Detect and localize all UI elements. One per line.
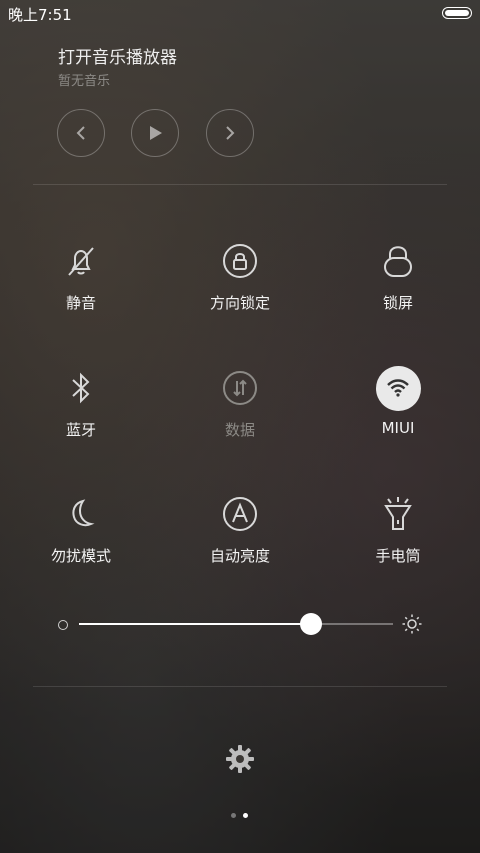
toggle-wifi[interactable]: MIUI bbox=[328, 365, 468, 437]
bluetooth-icon bbox=[58, 365, 104, 411]
divider-bottom bbox=[33, 686, 447, 687]
toggle-label: 蓝牙 bbox=[65, 421, 96, 439]
toggle-flashlight[interactable]: 手电筒 bbox=[328, 491, 468, 566]
brightness-high-icon bbox=[402, 614, 422, 634]
toggle-do-not-disturb[interactable]: 勿扰模式 bbox=[11, 491, 151, 566]
toggle-label: MIUI bbox=[381, 419, 415, 437]
bell-off-icon bbox=[58, 238, 104, 284]
battery-icon bbox=[442, 7, 472, 19]
toggle-rotation-lock[interactable]: 方向锁定 bbox=[170, 238, 310, 313]
page-dot-active bbox=[243, 813, 248, 818]
toggle-label: 锁屏 bbox=[382, 294, 413, 312]
page-dot bbox=[231, 813, 236, 818]
next-button[interactable] bbox=[206, 109, 254, 157]
toggle-label: 手电筒 bbox=[375, 547, 421, 565]
toggle-lock-screen[interactable]: 锁屏 bbox=[328, 238, 468, 313]
play-icon bbox=[150, 126, 162, 140]
page-indicator bbox=[231, 813, 248, 818]
play-button[interactable] bbox=[131, 109, 179, 157]
toggle-mobile-data[interactable]: 数据 bbox=[170, 365, 310, 440]
toggle-label: 数据 bbox=[224, 421, 255, 439]
toggle-label: 勿扰模式 bbox=[50, 547, 111, 565]
toggle-silent[interactable]: 静音 bbox=[11, 238, 151, 313]
divider-top bbox=[33, 184, 447, 185]
rotation-lock-icon bbox=[217, 238, 263, 284]
toggle-label: 静音 bbox=[65, 294, 96, 312]
brightness-slider-fill bbox=[79, 623, 312, 625]
toggle-label: 自动亮度 bbox=[209, 547, 270, 565]
settings-gear-icon[interactable] bbox=[225, 744, 255, 774]
previous-button[interactable] bbox=[57, 109, 105, 157]
status-time: 晚上7:51 bbox=[8, 6, 72, 24]
toggle-label: 方向锁定 bbox=[209, 294, 270, 312]
chevron-left-icon bbox=[76, 126, 85, 140]
lock-icon bbox=[375, 238, 421, 284]
auto-brightness-icon bbox=[217, 491, 263, 537]
brightness-slider[interactable] bbox=[79, 613, 393, 635]
music-title[interactable]: 打开音乐播放器 bbox=[58, 43, 177, 68]
wifi-icon bbox=[375, 365, 421, 411]
moon-icon bbox=[58, 491, 104, 537]
toggle-auto-brightness[interactable]: 自动亮度 bbox=[170, 491, 310, 566]
flashlight-icon bbox=[375, 491, 421, 537]
mobile-data-icon bbox=[217, 365, 263, 411]
chevron-right-icon bbox=[226, 126, 235, 140]
brightness-low-icon bbox=[58, 620, 68, 630]
music-subtitle: 暂无音乐 bbox=[58, 74, 111, 89]
toggle-bluetooth[interactable]: 蓝牙 bbox=[11, 365, 151, 440]
